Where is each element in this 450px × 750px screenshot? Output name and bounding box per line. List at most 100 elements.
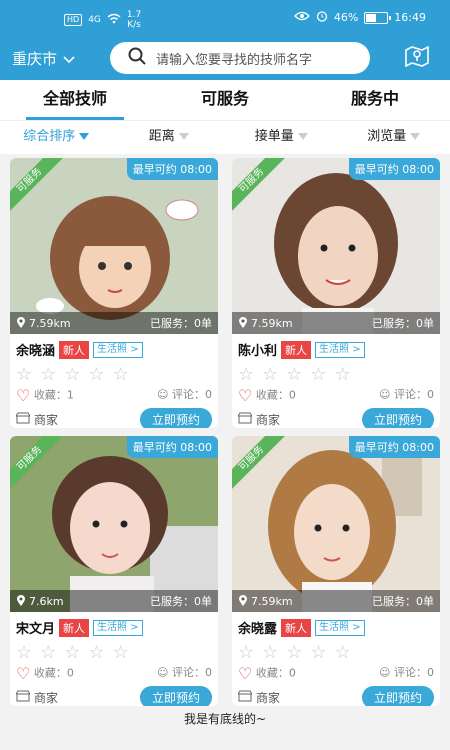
store-icon bbox=[237, 690, 253, 705]
new-badge: 新人 bbox=[59, 618, 90, 637]
sort-filters: 综合排序 距离 接单量 浏览量 bbox=[0, 120, 450, 154]
filter-views[interactable]: 浏览量 bbox=[338, 121, 450, 154]
star-icon: ☆ bbox=[112, 364, 129, 385]
comments: ☺ 评论：0 bbox=[379, 388, 434, 401]
sort-triangle-icon bbox=[178, 133, 189, 140]
life-photo-link[interactable]: 生活照 > bbox=[315, 341, 365, 358]
search-input[interactable]: 请输入您要寻找的技师名字 bbox=[110, 42, 370, 74]
sort-triangle-icon bbox=[79, 133, 90, 140]
life-photo-link[interactable]: 生活照 > bbox=[93, 341, 143, 358]
star-icon: ☆ bbox=[16, 364, 33, 385]
filter-comprehensive[interactable]: 综合排序 bbox=[0, 121, 113, 154]
comments: ☺ 评论：0 bbox=[379, 666, 434, 679]
distance: 7.59km bbox=[251, 594, 293, 608]
location-icon bbox=[238, 595, 248, 607]
star-icon: ☆ bbox=[262, 642, 279, 663]
favorite-button[interactable]: ♡ 收藏：0 bbox=[16, 664, 74, 683]
comment-icon: ☺ bbox=[157, 388, 169, 401]
technician-name: 余晓涵 bbox=[16, 344, 56, 359]
sort-triangle-icon bbox=[297, 133, 308, 140]
star-icon: ☆ bbox=[238, 642, 255, 663]
star-icon: ☆ bbox=[286, 364, 303, 385]
filter-orders[interactable]: 接单量 bbox=[225, 121, 338, 154]
end-of-list-text: 我是有底线的~ bbox=[183, 712, 267, 726]
tab-available[interactable]: 可服务 bbox=[150, 80, 300, 120]
heart-icon: ♡ bbox=[16, 664, 31, 683]
new-badge: 新人 bbox=[59, 340, 90, 359]
book-now-button[interactable]: 立即预约 bbox=[361, 408, 434, 428]
star-icon: ☆ bbox=[40, 642, 57, 663]
battery-percent: 46% bbox=[333, 11, 359, 24]
comment-icon: ☺ bbox=[157, 666, 169, 679]
filter-distance[interactable]: 距离 bbox=[113, 121, 226, 154]
shop-link[interactable]: 商家 bbox=[15, 689, 58, 706]
served-count: 已服务：0单 bbox=[150, 595, 212, 608]
technician-photo: 可服务 最早可约 08:00 7.6km 已服务：0单 bbox=[10, 436, 218, 612]
rating-stars: ☆ ☆ ☆ ☆ ☆ bbox=[238, 364, 351, 385]
star-icon: ☆ bbox=[40, 364, 57, 385]
category-tabs: 全部技师 可服务 服务中 bbox=[0, 80, 450, 120]
technician-card[interactable]: 可服务 最早可约 08:00 7.6km 已服务：0单 宋文月 新人 生活照 >… bbox=[10, 436, 218, 706]
favorite-button[interactable]: ♡ 收藏：1 bbox=[16, 386, 74, 405]
star-icon: ☆ bbox=[310, 364, 327, 385]
star-icon: ☆ bbox=[88, 364, 105, 385]
technician-photo: 可服务 最早可约 08:00 7.59km 已服务：0单 bbox=[10, 158, 218, 334]
book-now-button[interactable]: 立即预约 bbox=[139, 686, 212, 706]
shop-link[interactable]: 商家 bbox=[237, 411, 280, 428]
photo-info-bar: 7.6km 已服务：0单 bbox=[10, 590, 218, 612]
technician-card[interactable]: 可服务 最早可约 08:00 7.59km 已服务：0单 余晓涵 新人 生活照 … bbox=[10, 158, 218, 428]
technician-card[interactable]: 可服务 最早可约 08:00 7.59km 已服务：0单 余晓露 新人 生活照 … bbox=[232, 436, 440, 706]
rating-stars: ☆ ☆ ☆ ☆ ☆ bbox=[16, 642, 129, 663]
comment-icon: ☺ bbox=[379, 666, 391, 679]
earliest-booking: 最早可约 08:00 bbox=[126, 436, 218, 458]
search-icon bbox=[128, 47, 146, 69]
technician-photo: 可服务 最早可约 08:00 7.59km 已服务：0单 bbox=[232, 436, 440, 612]
star-icon: ☆ bbox=[64, 364, 81, 385]
rating-stars: ☆ ☆ ☆ ☆ ☆ bbox=[16, 364, 129, 385]
distance: 7.59km bbox=[251, 316, 293, 330]
star-icon: ☆ bbox=[334, 364, 351, 385]
signal-icon: 4G bbox=[88, 15, 101, 25]
new-badge: 新人 bbox=[281, 618, 312, 637]
favorite-button[interactable]: ♡ 收藏：0 bbox=[238, 664, 296, 683]
technician-name: 陈小利 bbox=[238, 344, 278, 359]
sort-triangle-icon bbox=[410, 133, 421, 140]
photo-info-bar: 7.59km 已服务：0单 bbox=[232, 590, 440, 612]
earliest-booking: 最早可约 08:00 bbox=[348, 436, 440, 458]
star-icon: ☆ bbox=[88, 642, 105, 663]
book-now-button[interactable]: 立即预约 bbox=[361, 686, 434, 706]
photo-info-bar: 7.59km 已服务：0单 bbox=[232, 312, 440, 334]
book-now-button[interactable]: 立即预约 bbox=[139, 408, 212, 428]
network-speed: 1.7 K/s bbox=[126, 10, 142, 30]
tab-in-service[interactable]: 服务中 bbox=[300, 80, 450, 120]
star-icon: ☆ bbox=[238, 364, 255, 385]
shop-link[interactable]: 商家 bbox=[15, 411, 58, 428]
photo-info-bar: 7.59km 已服务：0单 bbox=[10, 312, 218, 334]
star-icon: ☆ bbox=[286, 642, 303, 663]
status-bar: HD 4G 1.7 K/s 46% 16:49 bbox=[0, 0, 450, 38]
earliest-booking: 最早可约 08:00 bbox=[126, 158, 218, 180]
battery-icon bbox=[364, 11, 392, 24]
favorite-button[interactable]: ♡ 收藏：0 bbox=[238, 386, 296, 405]
tab-all[interactable]: 全部技师 bbox=[0, 80, 150, 120]
technician-photo: 可服务 最早可约 08:00 7.59km 已服务：0单 bbox=[232, 158, 440, 334]
technician-name: 余晓露 bbox=[238, 622, 278, 637]
shop-link[interactable]: 商家 bbox=[237, 689, 280, 706]
location-icon bbox=[16, 595, 26, 607]
search-placeholder: 请输入您要寻找的技师名字 bbox=[156, 52, 313, 68]
served-count: 已服务：0单 bbox=[372, 317, 434, 330]
technician-card[interactable]: 可服务 最早可约 08:00 7.59km 已服务：0单 陈小利 新人 生活照 … bbox=[232, 158, 440, 428]
life-photo-link[interactable]: 生活照 > bbox=[93, 619, 143, 636]
wifi-icon bbox=[107, 13, 121, 27]
life-photo-link[interactable]: 生活照 > bbox=[315, 619, 365, 636]
eye-icon bbox=[293, 11, 310, 24]
technician-name: 宋文月 bbox=[16, 622, 56, 637]
map-pin-icon[interactable] bbox=[404, 44, 430, 72]
city-selector[interactable]: 重庆市 bbox=[12, 48, 75, 69]
clock: 16:49 bbox=[394, 11, 426, 24]
store-icon bbox=[15, 690, 31, 705]
chevron-down-icon bbox=[63, 50, 75, 68]
served-count: 已服务：0单 bbox=[150, 317, 212, 330]
hd-indicator: HD bbox=[64, 14, 83, 26]
comments: ☺ 评论：0 bbox=[157, 388, 212, 401]
